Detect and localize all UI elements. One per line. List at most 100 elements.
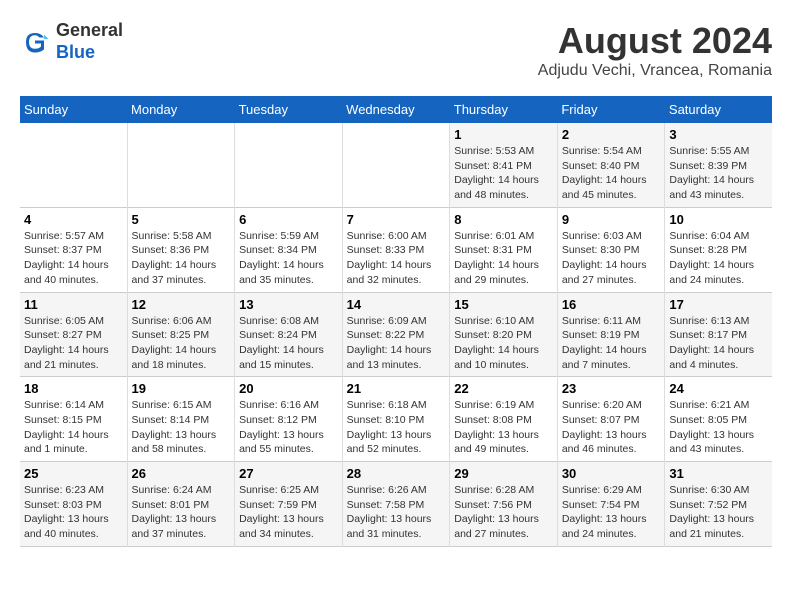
calendar-cell: 13Sunrise: 6:08 AM Sunset: 8:24 PM Dayli… [235,292,343,377]
location-subtitle: Adjudu Vechi, Vrancea, Romania [538,62,772,80]
page-header: General Blue August 2024 Adjudu Vechi, V… [20,20,772,80]
calendar-cell: 25 Sunrise: 6:23 AM Sunset: 8:03 PM Dayli… [20,462,127,547]
day-number: 3 [669,127,768,142]
day-info: Sunrise: 6:09 AM Sunset: 8:22 PM Dayligh… [347,314,446,373]
day-number: 9 [562,212,661,227]
calendar-cell: 20 Sunrise: 6:16 AM Sunset: 8:12 PM Dayli… [235,377,343,462]
day-header-monday: Monday [127,96,235,123]
calendar-cell: 4Sunrise: 5:57 AM Sunset: 8:37 PM Daylig… [20,207,127,292]
day-number: 10 [669,212,768,227]
calendar-cell [127,123,235,207]
day-info: Sunrise: 6:04 AM Sunset: 8:28 PM Dayligh… [669,229,768,288]
calendar-cell [235,123,343,207]
day-number: 20 [239,381,338,396]
day-number: 28 [347,466,446,481]
day-number: 23 [562,381,661,396]
calendar-cell: 7 Sunrise: 6:00 AM Sunset: 8:33 PM Daylig… [342,207,450,292]
calendar-week-5: 25 Sunrise: 6:23 AM Sunset: 8:03 PM Dayli… [20,462,772,547]
calendar-cell: 12 Sunrise: 6:06 AM Sunset: 8:25 PM Dayli… [127,292,235,377]
calendar-cell: 10 Sunrise: 6:04 AM Sunset: 8:28 PM Dayli… [665,207,772,292]
calendar-cell [20,123,127,207]
day-info: Sunrise: 6:11 AM Sunset: 8:19 PM Dayligh… [562,314,661,373]
day-number: 14 [347,297,446,312]
day-number: 4 [24,212,123,227]
day-info: Sunrise: 5:59 AM Sunset: 8:34 PM Dayligh… [239,229,338,288]
day-number: 17 [669,297,768,312]
calendar-week-4: 18 Sunrise: 6:14 AM Sunset: 8:15 PM Dayli… [20,377,772,462]
day-info: Sunrise: 6:13 AM Sunset: 8:17 PM Dayligh… [669,314,768,373]
day-info: Sunrise: 6:20 AM Sunset: 8:07 PM Dayligh… [562,398,661,457]
calendar-cell: 11 Sunrise: 6:05 AM Sunset: 8:27 PM Dayli… [20,292,127,377]
day-header-wednesday: Wednesday [342,96,450,123]
day-number: 30 [562,466,661,481]
day-number: 27 [239,466,338,481]
day-number: 12 [132,297,231,312]
day-number: 13 [239,297,338,312]
logo-text: General Blue [56,20,123,63]
calendar-cell: 19 Sunrise: 6:15 AM Sunset: 8:14 PM Dayli… [127,377,235,462]
day-info: Sunrise: 5:54 AM Sunset: 8:40 PM Dayligh… [562,144,661,203]
day-number: 29 [454,466,553,481]
title-section: August 2024 Adjudu Vechi, Vrancea, Roman… [538,20,772,80]
day-info: Sunrise: 6:21 AM Sunset: 8:05 PM Dayligh… [669,398,768,457]
day-info: Sunrise: 6:06 AM Sunset: 8:25 PM Dayligh… [132,314,231,373]
day-info: Sunrise: 6:23 AM Sunset: 8:03 PM Dayligh… [24,483,123,542]
calendar-cell: 26 Sunrise: 6:24 AM Sunset: 8:01 PM Dayli… [127,462,235,547]
calendar-cell: 16Sunrise: 6:11 AM Sunset: 8:19 PM Dayli… [557,292,665,377]
day-number: 26 [132,466,231,481]
day-info: Sunrise: 6:18 AM Sunset: 8:10 PM Dayligh… [347,398,446,457]
day-number: 11 [24,297,123,312]
day-number: 19 [132,381,231,396]
day-info: Sunrise: 6:16 AM Sunset: 8:12 PM Dayligh… [239,398,338,457]
calendar-week-2: 4Sunrise: 5:57 AM Sunset: 8:37 PM Daylig… [20,207,772,292]
month-year-title: August 2024 [538,20,772,62]
day-info: Sunrise: 6:03 AM Sunset: 8:30 PM Dayligh… [562,229,661,288]
day-number: 8 [454,212,553,227]
calendar-cell: 6 Sunrise: 5:59 AM Sunset: 8:34 PM Daylig… [235,207,343,292]
day-info: Sunrise: 6:26 AM Sunset: 7:58 PM Dayligh… [347,483,446,542]
day-info: Sunrise: 6:10 AM Sunset: 8:20 PM Dayligh… [454,314,553,373]
calendar-table: SundayMondayTuesdayWednesdayThursdayFrid… [20,96,772,547]
calendar-cell: 31Sunrise: 6:30 AM Sunset: 7:52 PM Dayli… [665,462,772,547]
calendar-cell: 8Sunrise: 6:01 AM Sunset: 8:31 PM Daylig… [450,207,558,292]
calendar-week-3: 11 Sunrise: 6:05 AM Sunset: 8:27 PM Dayli… [20,292,772,377]
day-info: Sunrise: 5:55 AM Sunset: 8:39 PM Dayligh… [669,144,768,203]
calendar-cell [342,123,450,207]
day-header-sunday: Sunday [20,96,127,123]
calendar-cell: 21Sunrise: 6:18 AM Sunset: 8:10 PM Dayli… [342,377,450,462]
day-info: Sunrise: 6:25 AM Sunset: 7:59 PM Dayligh… [239,483,338,542]
day-info: Sunrise: 6:29 AM Sunset: 7:54 PM Dayligh… [562,483,661,542]
calendar-cell: 18 Sunrise: 6:14 AM Sunset: 8:15 PM Dayli… [20,377,127,462]
calendar-cell: 3 Sunrise: 5:55 AM Sunset: 8:39 PM Daylig… [665,123,772,207]
calendar-cell: 9 Sunrise: 6:03 AM Sunset: 8:30 PM Daylig… [557,207,665,292]
day-info: Sunrise: 5:58 AM Sunset: 8:36 PM Dayligh… [132,229,231,288]
day-info: Sunrise: 6:28 AM Sunset: 7:56 PM Dayligh… [454,483,553,542]
day-info: Sunrise: 5:53 AM Sunset: 8:41 PM Dayligh… [454,144,553,203]
day-number: 1 [454,127,553,142]
calendar-cell: 5 Sunrise: 5:58 AM Sunset: 8:36 PM Daylig… [127,207,235,292]
day-header-friday: Friday [557,96,665,123]
day-info: Sunrise: 6:00 AM Sunset: 8:33 PM Dayligh… [347,229,446,288]
calendar-cell: 1 Sunrise: 5:53 AM Sunset: 8:41 PM Daylig… [450,123,558,207]
day-info: Sunrise: 6:15 AM Sunset: 8:14 PM Dayligh… [132,398,231,457]
calendar-cell: 22Sunrise: 6:19 AM Sunset: 8:08 PM Dayli… [450,377,558,462]
day-info: Sunrise: 6:24 AM Sunset: 8:01 PM Dayligh… [132,483,231,542]
calendar-header-row: SundayMondayTuesdayWednesdayThursdayFrid… [20,96,772,123]
day-number: 24 [669,381,768,396]
day-number: 18 [24,381,123,396]
day-number: 22 [454,381,553,396]
day-number: 31 [669,466,768,481]
calendar-cell: 2Sunrise: 5:54 AM Sunset: 8:40 PM Daylig… [557,123,665,207]
day-number: 5 [132,212,231,227]
day-info: Sunrise: 6:14 AM Sunset: 8:15 PM Dayligh… [24,398,123,457]
logo: General Blue [20,20,123,63]
day-number: 7 [347,212,446,227]
day-header-thursday: Thursday [450,96,558,123]
day-number: 25 [24,466,123,481]
calendar-week-1: 1 Sunrise: 5:53 AM Sunset: 8:41 PM Daylig… [20,123,772,207]
day-number: 15 [454,297,553,312]
day-info: Sunrise: 6:05 AM Sunset: 8:27 PM Dayligh… [24,314,123,373]
day-number: 6 [239,212,338,227]
day-header-tuesday: Tuesday [235,96,343,123]
calendar-cell: 24 Sunrise: 6:21 AM Sunset: 8:05 PM Dayli… [665,377,772,462]
